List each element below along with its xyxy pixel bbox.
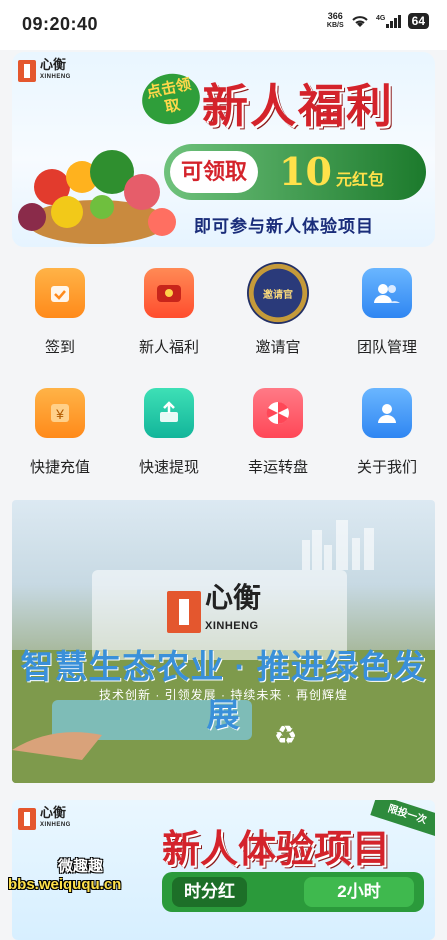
team-icon [362, 268, 412, 318]
menu-label: 团队管理 [356, 339, 417, 356]
menu-label: 签到 [44, 339, 75, 356]
inviter-badge-icon: 邀请官 [247, 262, 309, 324]
signal-label: 4G [376, 15, 386, 22]
brand-name: 心衡 [40, 805, 67, 820]
badge-text: 邀请官 [263, 289, 293, 301]
svg-text:¥: ¥ [55, 406, 64, 422]
menu-label: 快速提现 [138, 459, 199, 476]
red-packet-unit: 元红包 [336, 172, 385, 189]
menu-item-inviter[interactable]: 邀请官 邀请官 [223, 262, 333, 357]
menu-item-lucky-wheel[interactable]: 幸运转盘 [223, 388, 333, 477]
status-bar: 09:20:40 366 KB/S 4G 64 [0, 0, 447, 50]
menu-item-new-user-gift[interactable]: 新人福利 [114, 268, 224, 357]
brand-subname: XINHENG [205, 620, 259, 632]
site-watermark: 微趣趣 bbs.weiququ.cn [8, 855, 121, 893]
watermark-title: 微趣趣 [58, 858, 104, 875]
network-speed: 366 KB/S [327, 12, 344, 30]
watermark-url: bbs.weiququ.cn [8, 876, 122, 893]
brand-logo-icon [18, 808, 36, 830]
brand-logo: 心衡 XINHENG [18, 58, 71, 84]
menu-label: 新人福利 [138, 339, 199, 356]
brand-logo: 心衡 XINHENG [18, 806, 71, 832]
withdraw-icon [144, 388, 194, 438]
red-packet-pill: 可领取 10 元红包 [164, 144, 426, 200]
people-icon [362, 388, 412, 438]
menu-label: 快捷充值 [29, 459, 90, 476]
menu-item-quick-withdraw[interactable]: 快速提现 [114, 388, 224, 477]
brand-logo-icon [167, 591, 201, 633]
menu-item-quick-recharge[interactable]: ¥ 快捷充值 [5, 388, 115, 477]
can-claim-label: 可领取 [170, 151, 258, 193]
menu-label: 邀请官 [255, 339, 301, 356]
yen-icon: ¥ [35, 388, 85, 438]
status-time: 09:20:40 [22, 14, 99, 34]
brand-name: 心衡 [40, 57, 67, 72]
banner-title: 新人福利 [202, 79, 394, 133]
network-speed-unit: KB/S [326, 22, 344, 29]
menu-item-team-management[interactable]: 团队管理 [332, 268, 442, 357]
wheel-icon [253, 388, 303, 438]
fruit-basket-icon [18, 150, 176, 244]
menu-label: 关于我们 [356, 459, 417, 476]
agri-subtitle: 技术创新 · 引领发展 · 持续未来 · 再创辉煌 [99, 688, 348, 702]
smart-agriculture-banner[interactable]: 心衡 XINHENG 智慧生态农业 · 推进绿色发展 技术创新 · 引领发展 ·… [12, 500, 435, 783]
brand-logo-icon [18, 60, 36, 82]
red-packet-amount: 10 [279, 149, 332, 194]
experience-info-bar: 时分红 2小时 [162, 872, 424, 912]
brand-logo: 心衡 XINHENG [167, 584, 261, 640]
brand-subname: XINHENG [40, 74, 71, 80]
new-user-banner[interactable]: 心衡 XINHENG 点击领取 新人福利 可领取 10 元红包 即可参与新人体验… [12, 52, 435, 247]
recycle-icon: ♻ [274, 720, 298, 750]
menu-item-about-us[interactable]: 关于我们 [332, 388, 442, 477]
battery-indicator: 64 [407, 13, 429, 29]
banner-subtitle: 即可参与新人体验项目 [194, 217, 374, 236]
brand-name: 心衡 [205, 582, 262, 613]
brand-subname: XINHENG [40, 822, 71, 828]
status-icons: 366 KB/S 4G 64 [327, 12, 429, 30]
duration-chip: 2小时 [304, 877, 414, 907]
brand-logo-text: 心衡 XINHENG [205, 584, 261, 640]
brand-logo-text: 心衡 XINHENG [40, 806, 71, 832]
click-claim-tag: 点击领取 [137, 68, 205, 130]
brand-logo-text: 心衡 XINHENG [40, 58, 71, 84]
signal-icon: 4G [376, 15, 401, 28]
dividend-chip: 时分红 [172, 877, 247, 907]
wifi-icon [351, 16, 368, 27]
red-packet-icon [144, 268, 194, 318]
menu-item-checkin[interactable]: 签到 [5, 268, 115, 357]
calendar-check-icon [35, 268, 85, 318]
network-speed-value: 366 [327, 11, 343, 21]
menu-label: 幸运转盘 [247, 459, 308, 476]
experience-title: 新人体验项目 [162, 826, 391, 871]
